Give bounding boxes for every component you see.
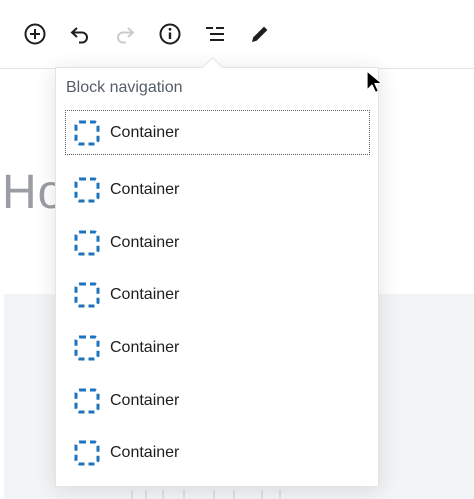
block-item-label: Container	[110, 391, 180, 409]
block-navigation-popover: Block navigation Container Container Con…	[55, 67, 379, 487]
dashed-square-icon	[74, 388, 100, 414]
block-item-container[interactable]: Container	[66, 164, 369, 217]
block-list: Container Container Container Container …	[65, 110, 370, 480]
undo-icon	[70, 27, 88, 44]
bottom-marks	[131, 490, 281, 499]
list-icon	[206, 27, 224, 41]
undo-button[interactable]	[62, 16, 98, 52]
dashed-square-icon	[74, 230, 100, 256]
block-item-container[interactable]: Container	[66, 216, 369, 269]
block-item-container[interactable]: Container	[66, 269, 369, 322]
pencil-icon	[252, 26, 268, 42]
popover-title: Block navigation	[66, 79, 183, 96]
block-item-container[interactable]: Container	[66, 427, 369, 480]
block-item-container[interactable]: Container	[66, 322, 369, 375]
block-item-label: Container	[110, 444, 180, 462]
dashed-square-icon	[74, 120, 100, 145]
edit-button[interactable]	[242, 16, 278, 52]
block-item-label: Container	[110, 233, 180, 251]
info-icon	[159, 23, 181, 45]
block-navigation-button[interactable]	[197, 16, 233, 52]
block-item-label: Container	[110, 123, 180, 141]
plus-circle-icon	[24, 23, 46, 45]
redo-button[interactable]	[107, 16, 143, 52]
block-item-container[interactable]: Container	[65, 110, 370, 155]
dashed-square-icon	[74, 282, 100, 308]
block-item-label: Container	[110, 181, 180, 199]
mouse-cursor-icon	[366, 70, 382, 94]
info-button[interactable]	[152, 16, 188, 52]
block-item-label: Container	[110, 286, 180, 304]
dashed-square-icon	[74, 335, 100, 361]
dashed-square-icon	[74, 177, 100, 203]
editor-toolbar	[0, 0, 474, 69]
add-block-button[interactable]	[17, 16, 53, 52]
dashed-square-icon	[74, 440, 100, 466]
block-item-container[interactable]: Container	[66, 374, 369, 427]
block-item-label: Container	[110, 339, 180, 357]
redo-icon	[117, 27, 135, 44]
